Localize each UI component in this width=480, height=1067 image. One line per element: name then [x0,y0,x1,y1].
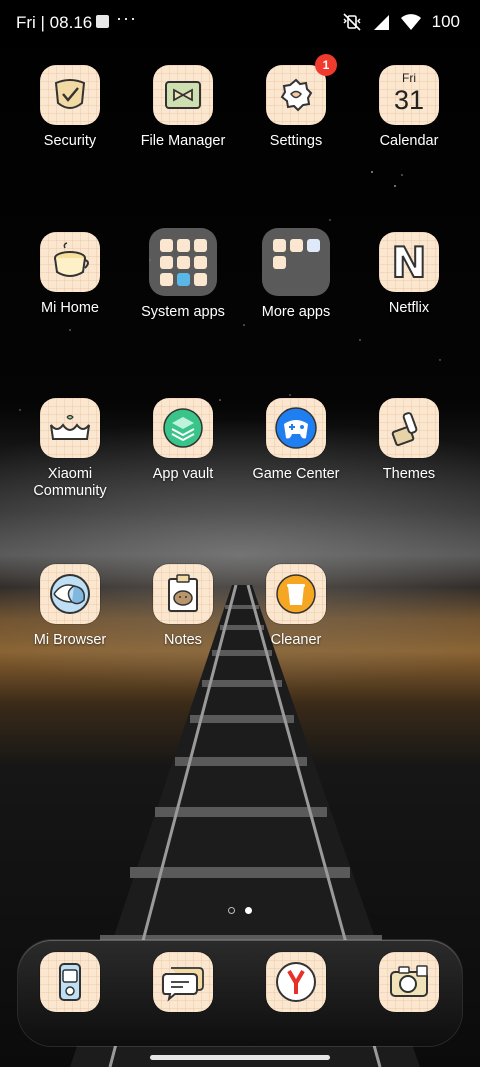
security-icon [40,65,100,125]
app-label: Settings [269,133,323,149]
app-calendar[interactable]: Fri 31 Calendar [349,65,469,150]
app-label: Calendar [379,133,439,149]
browser-icon [40,564,100,624]
folder-icon [262,228,330,296]
app-label: File Manager [140,133,226,149]
messages-icon[interactable] [153,952,213,1012]
mi-home-icon [40,232,100,292]
app-mi-browser[interactable]: Mi Browser [10,564,130,649]
app-netflix[interactable]: N Netflix [349,232,469,317]
gesture-home-bar[interactable] [150,1055,330,1060]
yandex-browser-icon[interactable] [266,952,326,1012]
more-notifications-icon: ··· [116,8,137,28]
folder-system-apps[interactable]: System apps [123,228,243,321]
app-label: App vault [152,466,214,482]
folder-more-apps[interactable]: More apps [236,228,356,321]
app-label: Mi Home [40,300,99,316]
cell-signal-icon [373,15,389,30]
folder-label: More apps [261,304,331,320]
app-mi-home[interactable]: Mi Home [10,232,130,317]
status-bar: Fri | 08.16 ··· 100 [0,0,480,44]
muted-vibrate-icon [343,13,361,31]
app-label: Themes [382,466,436,482]
calendar-date: 31 [393,85,425,115]
app-security[interactable]: Security [10,65,130,150]
battery-level: 100 [431,12,460,31]
app-file-manager[interactable]: File Manager [123,65,243,150]
app-notes[interactable]: Notes [123,564,243,649]
folder-icon [149,228,217,296]
page-dot-2-active[interactable] [245,907,252,914]
calendar-day: Fri [402,71,416,85]
page-indicator[interactable] [0,907,480,914]
game-center-icon [266,398,326,458]
dock [18,940,462,1046]
camera-icon[interactable] [379,952,439,1012]
app-vault-icon [153,398,213,458]
netflix-icon: N [379,232,439,292]
netflix-glyph: N [390,237,427,288]
app-label: Notes [164,632,202,648]
phone-icon[interactable] [40,952,100,1012]
folder-label: System apps [141,304,225,320]
file-manager-icon [153,65,213,125]
app-settings[interactable]: 1 Settings [236,54,356,150]
notification-square-icon [96,15,109,28]
calendar-icon: Fri 31 [379,65,439,125]
app-label: Mi Browser [33,632,107,648]
app-app-vault[interactable]: App vault [123,398,243,483]
app-label: Xiaomi Community [33,466,107,499]
wifi-icon [400,14,421,30]
app-game-center[interactable]: Game Center [236,398,356,483]
app-xiaomi-community[interactable]: Xiaomi Community [10,398,130,500]
page-dot-1[interactable] [228,907,235,914]
community-crown-icon [40,398,100,458]
cleaner-icon [266,564,326,624]
app-label: Security [43,133,97,149]
app-cleaner[interactable]: Cleaner [236,564,356,649]
themes-brush-icon [379,398,439,458]
app-themes[interactable]: Themes [349,398,469,483]
app-label: Netflix [388,300,430,316]
app-label: Cleaner [270,632,322,648]
gear-icon: 1 [266,54,337,125]
notes-icon [153,564,213,624]
status-time: Fri | 08.16 [16,13,93,32]
notification-badge: 1 [315,54,337,76]
app-label: Game Center [252,466,340,482]
